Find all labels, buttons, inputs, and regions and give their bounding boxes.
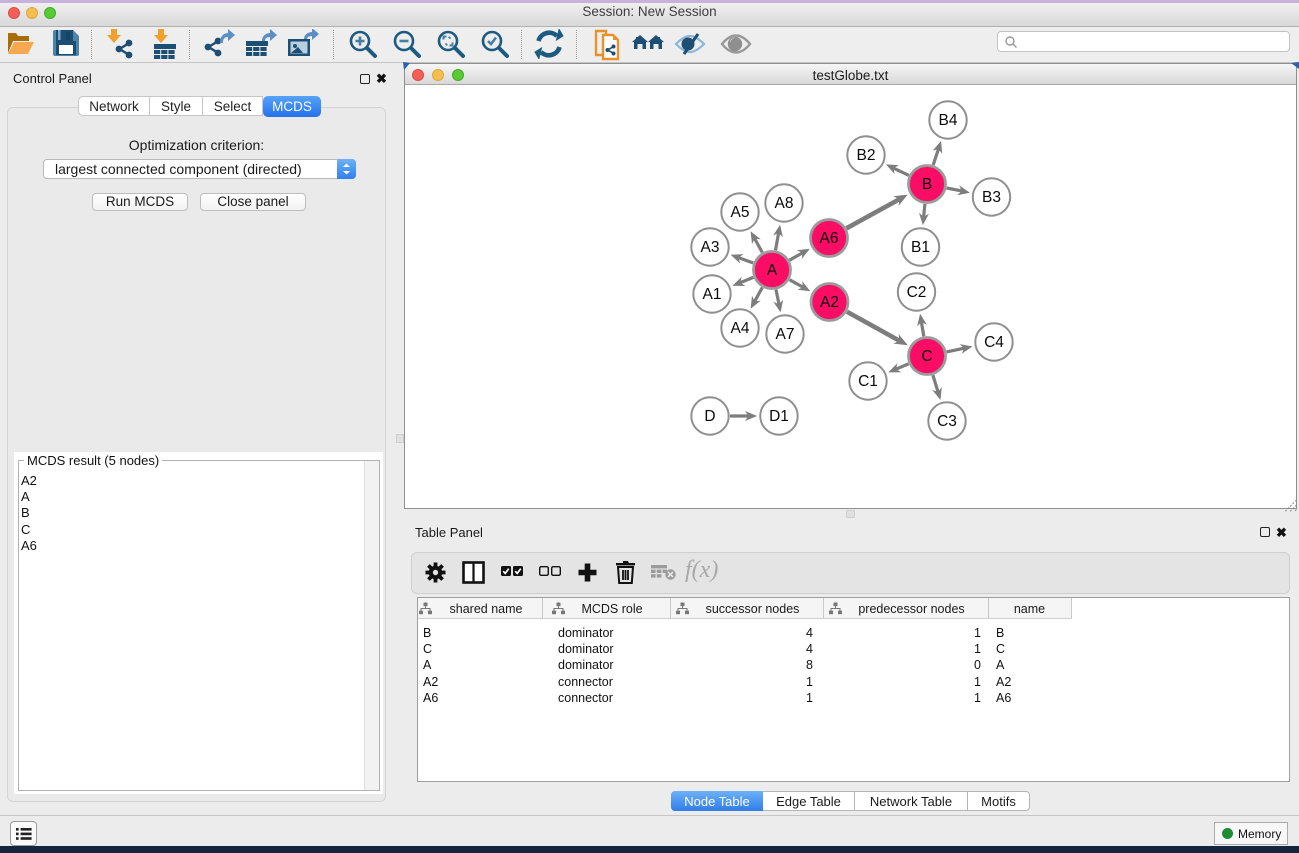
svg-text:B: B <box>922 176 932 193</box>
svg-text:A8: A8 <box>775 195 794 212</box>
svg-text:A2: A2 <box>820 294 839 311</box>
svg-text:B3: B3 <box>982 189 1001 206</box>
svg-text:C1: C1 <box>858 373 878 390</box>
svg-text:A1: A1 <box>703 286 722 303</box>
svg-text:A4: A4 <box>731 320 750 337</box>
svg-text:B4: B4 <box>939 112 958 129</box>
svg-text:C2: C2 <box>907 284 927 301</box>
svg-text:D: D <box>704 408 715 425</box>
svg-text:B2: B2 <box>857 147 876 164</box>
svg-text:A: A <box>767 262 778 279</box>
svg-text:B1: B1 <box>911 239 930 256</box>
svg-text:D1: D1 <box>769 408 789 425</box>
svg-text:A6: A6 <box>820 230 839 247</box>
svg-text:A7: A7 <box>776 326 795 343</box>
svg-text:C4: C4 <box>984 334 1004 351</box>
svg-text:C: C <box>921 348 932 365</box>
svg-text:A3: A3 <box>701 239 720 256</box>
svg-text:C3: C3 <box>937 413 957 430</box>
svg-text:A5: A5 <box>731 204 750 221</box>
